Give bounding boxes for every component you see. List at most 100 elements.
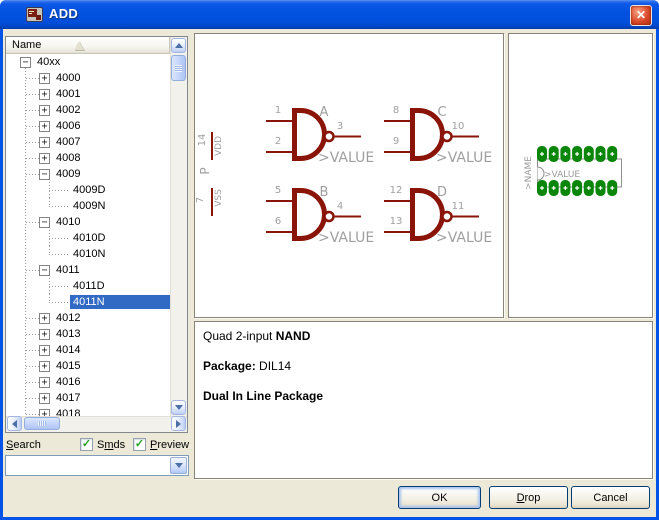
expand-icon[interactable]: + (39, 89, 50, 100)
tree-item-label[interactable]: 4014 (53, 343, 83, 357)
tree-item-label[interactable]: 4009 (53, 167, 83, 181)
tree-item-4013[interactable]: +4013 (6, 326, 170, 342)
tree-item-4010D[interactable]: 4010D (6, 230, 170, 246)
expand-icon[interactable]: + (39, 329, 50, 340)
expand-icon[interactable]: + (39, 377, 50, 388)
pad-top-3 (560, 146, 570, 162)
ok-button[interactable]: OK (398, 486, 481, 509)
svg-text:>NAME: >NAME (524, 156, 534, 190)
expand-icon[interactable]: + (39, 313, 50, 324)
tree-item-label[interactable]: 4013 (53, 327, 83, 341)
tree-item-label[interactable]: 4010N (70, 247, 108, 261)
tree-item-label[interactable]: 4011D (70, 279, 108, 293)
nand-gate-B: 564B>VALUE (266, 185, 374, 246)
tree-item-label[interactable]: 4000 (53, 71, 83, 85)
description-panel: Quad 2-input NAND Package: DIL14 Dual In… (194, 321, 653, 479)
sort-ascending-icon (74, 41, 84, 50)
tree-item-4016[interactable]: +4016 (6, 374, 170, 390)
tree-item-label[interactable]: 4011 (53, 263, 83, 277)
tree-item-4008[interactable]: +4008 (6, 150, 170, 166)
tree-horizontal-scrollbar[interactable] (6, 416, 187, 432)
svg-text:9: 9 (393, 136, 399, 147)
tree-column-header[interactable]: Name (6, 37, 170, 54)
pad-top-6 (596, 146, 606, 162)
expand-icon[interactable]: + (39, 393, 50, 404)
collapse-icon[interactable]: − (20, 57, 31, 68)
collapse-icon[interactable]: − (39, 265, 50, 276)
tree-item-4001[interactable]: +4001 (6, 86, 170, 102)
tree-list: −40xx+4000+4001+4002+4006+4007+4008−4009… (6, 54, 170, 416)
tree-item-label[interactable]: 4015 (53, 359, 83, 373)
pad-top-4 (572, 146, 582, 162)
tree-item-label[interactable]: 4012 (53, 311, 83, 325)
tree-item-4011[interactable]: −4011 (6, 262, 170, 278)
close-button[interactable]: ✕ (630, 5, 652, 26)
expand-icon[interactable]: + (39, 409, 50, 417)
expand-icon[interactable]: + (39, 137, 50, 148)
tree-item-4011D[interactable]: 4011D (6, 278, 170, 294)
tree-item-4007[interactable]: +4007 (6, 134, 170, 150)
tree-item-label[interactable]: 4001 (53, 87, 83, 101)
scroll-down-button[interactable] (171, 400, 186, 415)
tree-item-label[interactable]: 4008 (53, 151, 83, 165)
tree-item-4000[interactable]: +4000 (6, 70, 170, 86)
svg-text:A: A (320, 105, 329, 120)
expand-icon[interactable]: + (39, 345, 50, 356)
expand-icon[interactable]: + (39, 73, 50, 84)
tree-item-label[interactable]: 4016 (53, 375, 83, 389)
tree-item-label[interactable]: 4002 (53, 103, 83, 117)
search-input[interactable] (5, 455, 189, 476)
tree-item-4010[interactable]: −4010 (6, 214, 170, 230)
tree-item-label[interactable]: 4010 (53, 215, 83, 229)
drop-button[interactable]: Drop (489, 486, 568, 509)
tree-item-4017[interactable]: +4017 (6, 390, 170, 406)
tree-item-label[interactable]: 40xx (34, 55, 63, 69)
tree-item-label[interactable]: 4007 (53, 135, 83, 149)
smds-checkbox[interactable]: ✓ Smds (80, 438, 125, 451)
tree-item-label[interactable]: 4010D (70, 231, 108, 245)
tree-item-40xx[interactable]: −40xx (6, 54, 170, 70)
svg-text:8: 8 (393, 105, 399, 116)
tree-item-label[interactable]: 4018 (53, 407, 83, 416)
expand-icon[interactable]: + (39, 105, 50, 116)
tree-item-4002[interactable]: +4002 (6, 102, 170, 118)
tree-item-4006[interactable]: +4006 (6, 118, 170, 134)
scroll-right-button[interactable] (171, 416, 186, 431)
tree-item-4011N[interactable]: 4011N (6, 294, 170, 310)
search-dropdown-button[interactable] (170, 457, 187, 474)
symbol-preview-panel: 14VDDP7VSS123A>VALUE8910C>VALUE564B>VALU… (194, 33, 504, 318)
tree-item-label[interactable]: 4011N (70, 295, 170, 309)
collapse-icon[interactable]: − (39, 169, 50, 180)
horizontal-scrollbar-thumb[interactable] (24, 417, 60, 430)
expand-icon[interactable]: + (39, 121, 50, 132)
tree-item-4012[interactable]: +4012 (6, 310, 170, 326)
collapse-icon[interactable]: − (39, 217, 50, 228)
tree-item-label[interactable]: 4009N (70, 199, 108, 213)
preview-checkbox-box[interactable]: ✓ (133, 438, 146, 451)
svg-text:6: 6 (275, 216, 281, 227)
tree-item-label[interactable]: 4009D (70, 183, 108, 197)
tree-item-4010N[interactable]: 4010N (6, 246, 170, 262)
svg-text:VDD: VDD (214, 136, 224, 156)
svg-text:7: 7 (195, 197, 206, 203)
titlebar[interactable]: ADD ✕ (0, 0, 659, 29)
expand-icon[interactable]: + (39, 361, 50, 372)
vertical-scrollbar-thumb[interactable] (171, 55, 186, 81)
expand-icon[interactable]: + (39, 153, 50, 164)
tree-item-label[interactable]: 4017 (53, 391, 83, 405)
tree-vertical-scrollbar[interactable] (170, 37, 187, 416)
arrow-left-icon (12, 420, 17, 428)
tree-item-4009N[interactable]: 4009N (6, 198, 170, 214)
tree-item-4015[interactable]: +4015 (6, 358, 170, 374)
smds-checkbox-box[interactable]: ✓ (80, 438, 93, 451)
tree-item-4014[interactable]: +4014 (6, 342, 170, 358)
tree-item-label[interactable]: 4006 (53, 119, 83, 133)
tree-item-4018[interactable]: +4018 (6, 406, 170, 416)
cancel-button[interactable]: Cancel (571, 486, 650, 509)
tree-item-4009[interactable]: −4009 (6, 166, 170, 182)
pad-bottom-6 (596, 180, 606, 196)
preview-checkbox[interactable]: ✓ Preview (133, 438, 189, 451)
scroll-up-button[interactable] (171, 38, 186, 53)
scroll-left-button[interactable] (7, 416, 22, 431)
tree-item-4009D[interactable]: 4009D (6, 182, 170, 198)
